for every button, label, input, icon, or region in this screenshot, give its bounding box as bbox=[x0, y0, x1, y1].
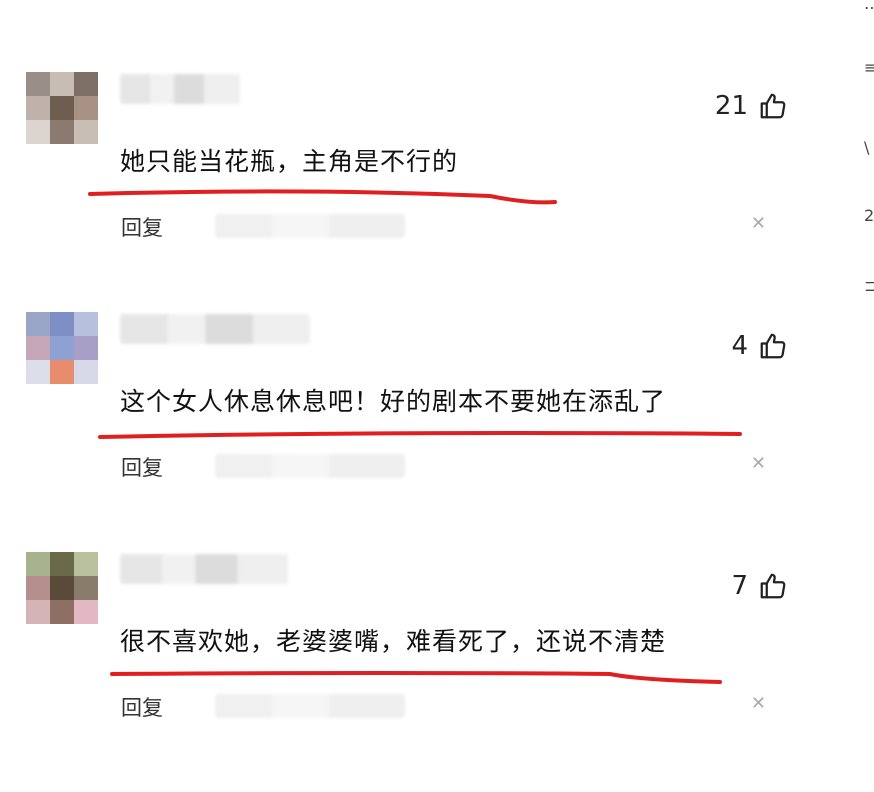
thumbs-up-icon[interactable] bbox=[758, 330, 788, 362]
underline-stroke bbox=[88, 189, 557, 205]
red-underline-annotation bbox=[98, 431, 742, 439]
avatar-tile bbox=[74, 96, 98, 120]
avatar-tile bbox=[26, 96, 50, 120]
timestamp-blurred bbox=[215, 214, 405, 238]
avatar-tile bbox=[26, 312, 50, 336]
avatar-tile bbox=[74, 552, 98, 576]
like-control[interactable]: 4 bbox=[731, 330, 788, 362]
like-count: 21 bbox=[714, 91, 748, 121]
avatar-tile bbox=[50, 336, 74, 360]
avatar-tile bbox=[26, 576, 50, 600]
avatar-tile bbox=[50, 576, 74, 600]
underline-stroke bbox=[98, 431, 742, 439]
avatar[interactable] bbox=[26, 552, 98, 624]
timestamp-blurred bbox=[215, 454, 405, 478]
avatar-tile bbox=[74, 600, 98, 624]
avatar-tile bbox=[74, 336, 98, 360]
avatar-tile bbox=[50, 72, 74, 96]
avatar-tile bbox=[26, 600, 50, 624]
username-blurred[interactable] bbox=[120, 554, 288, 584]
side-glyph: ≡ bbox=[864, 58, 874, 77]
side-glyph: \ bbox=[864, 138, 870, 157]
comment-text: 很不喜欢她，老婆婆嘴，难看死了，还说不清楚 bbox=[120, 627, 667, 656]
avatar-tile bbox=[26, 360, 50, 384]
avatar-tile bbox=[26, 552, 50, 576]
avatar-tile bbox=[74, 120, 98, 144]
avatar[interactable] bbox=[26, 72, 98, 144]
avatar-tile bbox=[74, 576, 98, 600]
avatar-tile bbox=[26, 336, 50, 360]
thumbs-up-icon[interactable] bbox=[758, 570, 788, 602]
close-icon[interactable]: ✕ bbox=[751, 693, 766, 714]
close-icon[interactable]: ✕ bbox=[751, 213, 766, 234]
avatar[interactable] bbox=[26, 312, 98, 384]
avatar-tile bbox=[50, 96, 74, 120]
reply-button[interactable]: 回复 bbox=[121, 692, 163, 722]
comment-item: 4 这个女人休息休息吧！好的剧本不要她在添乱了 回复 ✕ bbox=[0, 312, 860, 552]
avatar-tile bbox=[26, 72, 50, 96]
username-blurred[interactable] bbox=[120, 74, 240, 104]
avatar-tile bbox=[26, 120, 50, 144]
side-glyph: ⊐ bbox=[864, 276, 874, 295]
cropped-side-panel: ⋯ ≡ \ 2 ⊐ bbox=[860, 0, 874, 750]
underline-stroke bbox=[110, 671, 722, 684]
close-icon[interactable]: ✕ bbox=[751, 453, 766, 474]
thumbs-up-icon[interactable] bbox=[758, 90, 788, 122]
like-count: 4 bbox=[731, 331, 748, 361]
avatar-tile bbox=[74, 360, 98, 384]
avatar-tile bbox=[50, 600, 74, 624]
comment-text: 她只能当花瓶，主角是不行的 bbox=[120, 147, 459, 176]
comment-item: 21 她只能当花瓶，主角是不行的 回复 ✕ bbox=[0, 72, 860, 312]
avatar-tile bbox=[50, 360, 74, 384]
avatar-tile bbox=[50, 120, 74, 144]
avatar-tile bbox=[74, 72, 98, 96]
like-control[interactable]: 21 bbox=[715, 90, 788, 122]
timestamp-blurred bbox=[215, 694, 405, 718]
like-count: 7 bbox=[731, 571, 748, 601]
reply-button[interactable]: 回复 bbox=[121, 212, 163, 242]
side-glyph: 2 bbox=[864, 206, 874, 225]
avatar-tile bbox=[50, 552, 74, 576]
red-underline-annotation bbox=[110, 671, 722, 684]
red-underline-annotation bbox=[88, 189, 557, 205]
username-blurred[interactable] bbox=[120, 314, 310, 344]
comment-text: 这个女人休息休息吧！好的剧本不要她在添乱了 bbox=[120, 387, 667, 416]
comment-item: 7 很不喜欢她，老婆婆嘴，难看死了，还说不清楚 回复 ✕ bbox=[0, 552, 860, 792]
like-control[interactable]: 7 bbox=[731, 570, 788, 602]
side-glyph: ⋯ bbox=[864, 0, 874, 17]
avatar-tile bbox=[50, 312, 74, 336]
avatar-tile bbox=[74, 312, 98, 336]
reply-button[interactable]: 回复 bbox=[121, 452, 163, 482]
